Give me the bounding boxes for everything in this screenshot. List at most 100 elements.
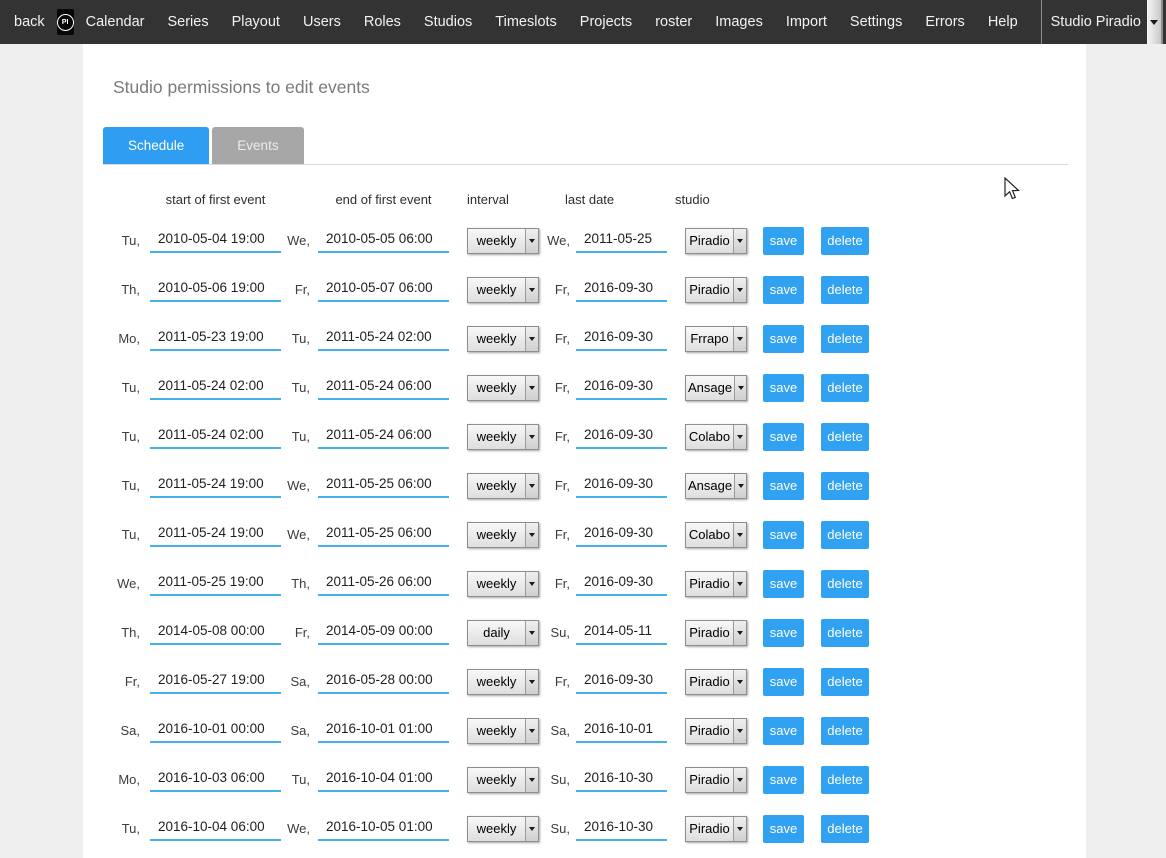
chevron-down-icon[interactable] [733, 719, 746, 743]
nav-item-users[interactable]: Users [303, 14, 341, 30]
nav-item-studios[interactable]: Studios [424, 14, 472, 30]
save-button[interactable]: save [763, 374, 804, 402]
save-button[interactable]: save [763, 619, 804, 647]
chevron-down-icon[interactable] [734, 474, 746, 498]
chevron-down-icon[interactable] [733, 670, 746, 694]
start-datetime-input[interactable] [150, 375, 281, 400]
chevron-down-icon[interactable] [525, 474, 538, 498]
save-button[interactable]: save [763, 325, 804, 353]
tab-events[interactable]: Events [212, 127, 303, 164]
last-date-input[interactable] [576, 326, 667, 351]
delete-button[interactable]: delete [821, 766, 869, 794]
interval-select[interactable]: weekly [467, 375, 539, 401]
start-datetime-input[interactable] [150, 718, 281, 743]
last-date-input[interactable] [576, 522, 667, 547]
last-date-input[interactable] [576, 375, 667, 400]
end-datetime-input[interactable] [318, 767, 449, 792]
end-datetime-input[interactable] [318, 473, 449, 498]
chevron-down-icon[interactable] [1147, 0, 1161, 44]
nav-item-import[interactable]: Import [786, 14, 827, 30]
end-datetime-input[interactable] [318, 669, 449, 694]
chevron-down-icon[interactable] [525, 327, 538, 351]
interval-select[interactable]: weekly [467, 816, 539, 842]
delete-button[interactable]: delete [821, 717, 869, 745]
last-date-input[interactable] [576, 620, 667, 645]
start-datetime-input[interactable] [150, 816, 281, 841]
chevron-down-icon[interactable] [733, 229, 746, 253]
save-button[interactable]: save [763, 717, 804, 745]
delete-button[interactable]: delete [821, 423, 869, 451]
delete-button[interactable]: delete [821, 815, 869, 843]
start-datetime-input[interactable] [150, 424, 281, 449]
last-date-input[interactable] [576, 277, 667, 302]
chevron-down-icon[interactable] [733, 523, 746, 547]
last-date-input[interactable] [576, 228, 667, 253]
save-button[interactable]: save [763, 521, 804, 549]
chevron-down-icon[interactable] [525, 768, 538, 792]
end-datetime-input[interactable] [318, 816, 449, 841]
studio-row-select[interactable]: Piradio [685, 767, 747, 793]
chevron-down-icon[interactable] [733, 278, 746, 302]
interval-select[interactable]: weekly [467, 718, 539, 744]
start-datetime-input[interactable] [150, 277, 281, 302]
start-datetime-input[interactable] [150, 522, 281, 547]
interval-select[interactable]: weekly [467, 522, 539, 548]
tab-schedule[interactable]: Schedule [103, 127, 209, 164]
nav-item-playout[interactable]: Playout [232, 14, 280, 30]
end-datetime-input[interactable] [318, 522, 449, 547]
nav-item-help[interactable]: Help [988, 14, 1018, 30]
studio-row-select[interactable]: Piradio [685, 277, 747, 303]
studio-row-select[interactable]: Ansage [685, 473, 747, 499]
chevron-down-icon[interactable] [525, 229, 538, 253]
piradio-logo-icon[interactable]: PI [57, 9, 74, 35]
end-datetime-input[interactable] [318, 424, 449, 449]
chevron-down-icon[interactable] [733, 425, 746, 449]
interval-select[interactable]: weekly [467, 424, 539, 450]
studio-select[interactable]: Studio Piradio [1041, 0, 1162, 44]
chevron-down-icon[interactable] [525, 572, 538, 596]
nav-item-settings[interactable]: Settings [850, 14, 902, 30]
delete-button[interactable]: delete [821, 521, 869, 549]
delete-button[interactable]: delete [821, 668, 869, 696]
end-datetime-input[interactable] [318, 375, 449, 400]
nav-item-calendar[interactable]: Calendar [86, 14, 145, 30]
end-datetime-input[interactable] [318, 228, 449, 253]
save-button[interactable]: save [763, 276, 804, 304]
studio-row-select[interactable]: Piradio [685, 816, 747, 842]
studio-row-select[interactable]: Piradio [685, 718, 747, 744]
start-datetime-input[interactable] [150, 326, 281, 351]
last-date-input[interactable] [576, 718, 667, 743]
start-datetime-input[interactable] [150, 473, 281, 498]
delete-button[interactable]: delete [821, 570, 869, 598]
interval-select[interactable]: weekly [467, 326, 539, 352]
chevron-down-icon[interactable] [525, 670, 538, 694]
save-button[interactable]: save [763, 423, 804, 451]
interval-select[interactable]: weekly [467, 277, 539, 303]
save-button[interactable]: save [763, 472, 804, 500]
chevron-down-icon[interactable] [733, 768, 746, 792]
start-datetime-input[interactable] [150, 228, 281, 253]
delete-button[interactable]: delete [821, 325, 869, 353]
studio-row-select[interactable]: Piradio [685, 669, 747, 695]
nav-item-roster[interactable]: roster [655, 14, 692, 30]
end-datetime-input[interactable] [318, 326, 449, 351]
last-date-input[interactable] [576, 571, 667, 596]
studio-row-select[interactable]: Colabo [685, 522, 747, 548]
last-date-input[interactable] [576, 669, 667, 694]
studio-row-select[interactable]: Ansage [685, 375, 747, 401]
save-button[interactable]: save [763, 668, 804, 696]
nav-item-images[interactable]: Images [715, 14, 763, 30]
chevron-down-icon[interactable] [733, 817, 746, 841]
start-datetime-input[interactable] [150, 767, 281, 792]
start-datetime-input[interactable] [150, 571, 281, 596]
interval-select[interactable]: weekly [467, 228, 539, 254]
delete-button[interactable]: delete [821, 374, 869, 402]
chevron-down-icon[interactable] [525, 376, 538, 400]
chevron-down-icon[interactable] [734, 376, 746, 400]
studio-row-select[interactable]: Piradio [685, 228, 747, 254]
interval-select[interactable]: weekly [467, 767, 539, 793]
last-date-input[interactable] [576, 767, 667, 792]
back-button[interactable]: back [14, 14, 45, 30]
delete-button[interactable]: delete [821, 619, 869, 647]
studio-row-select[interactable]: Frrapo [685, 326, 747, 352]
